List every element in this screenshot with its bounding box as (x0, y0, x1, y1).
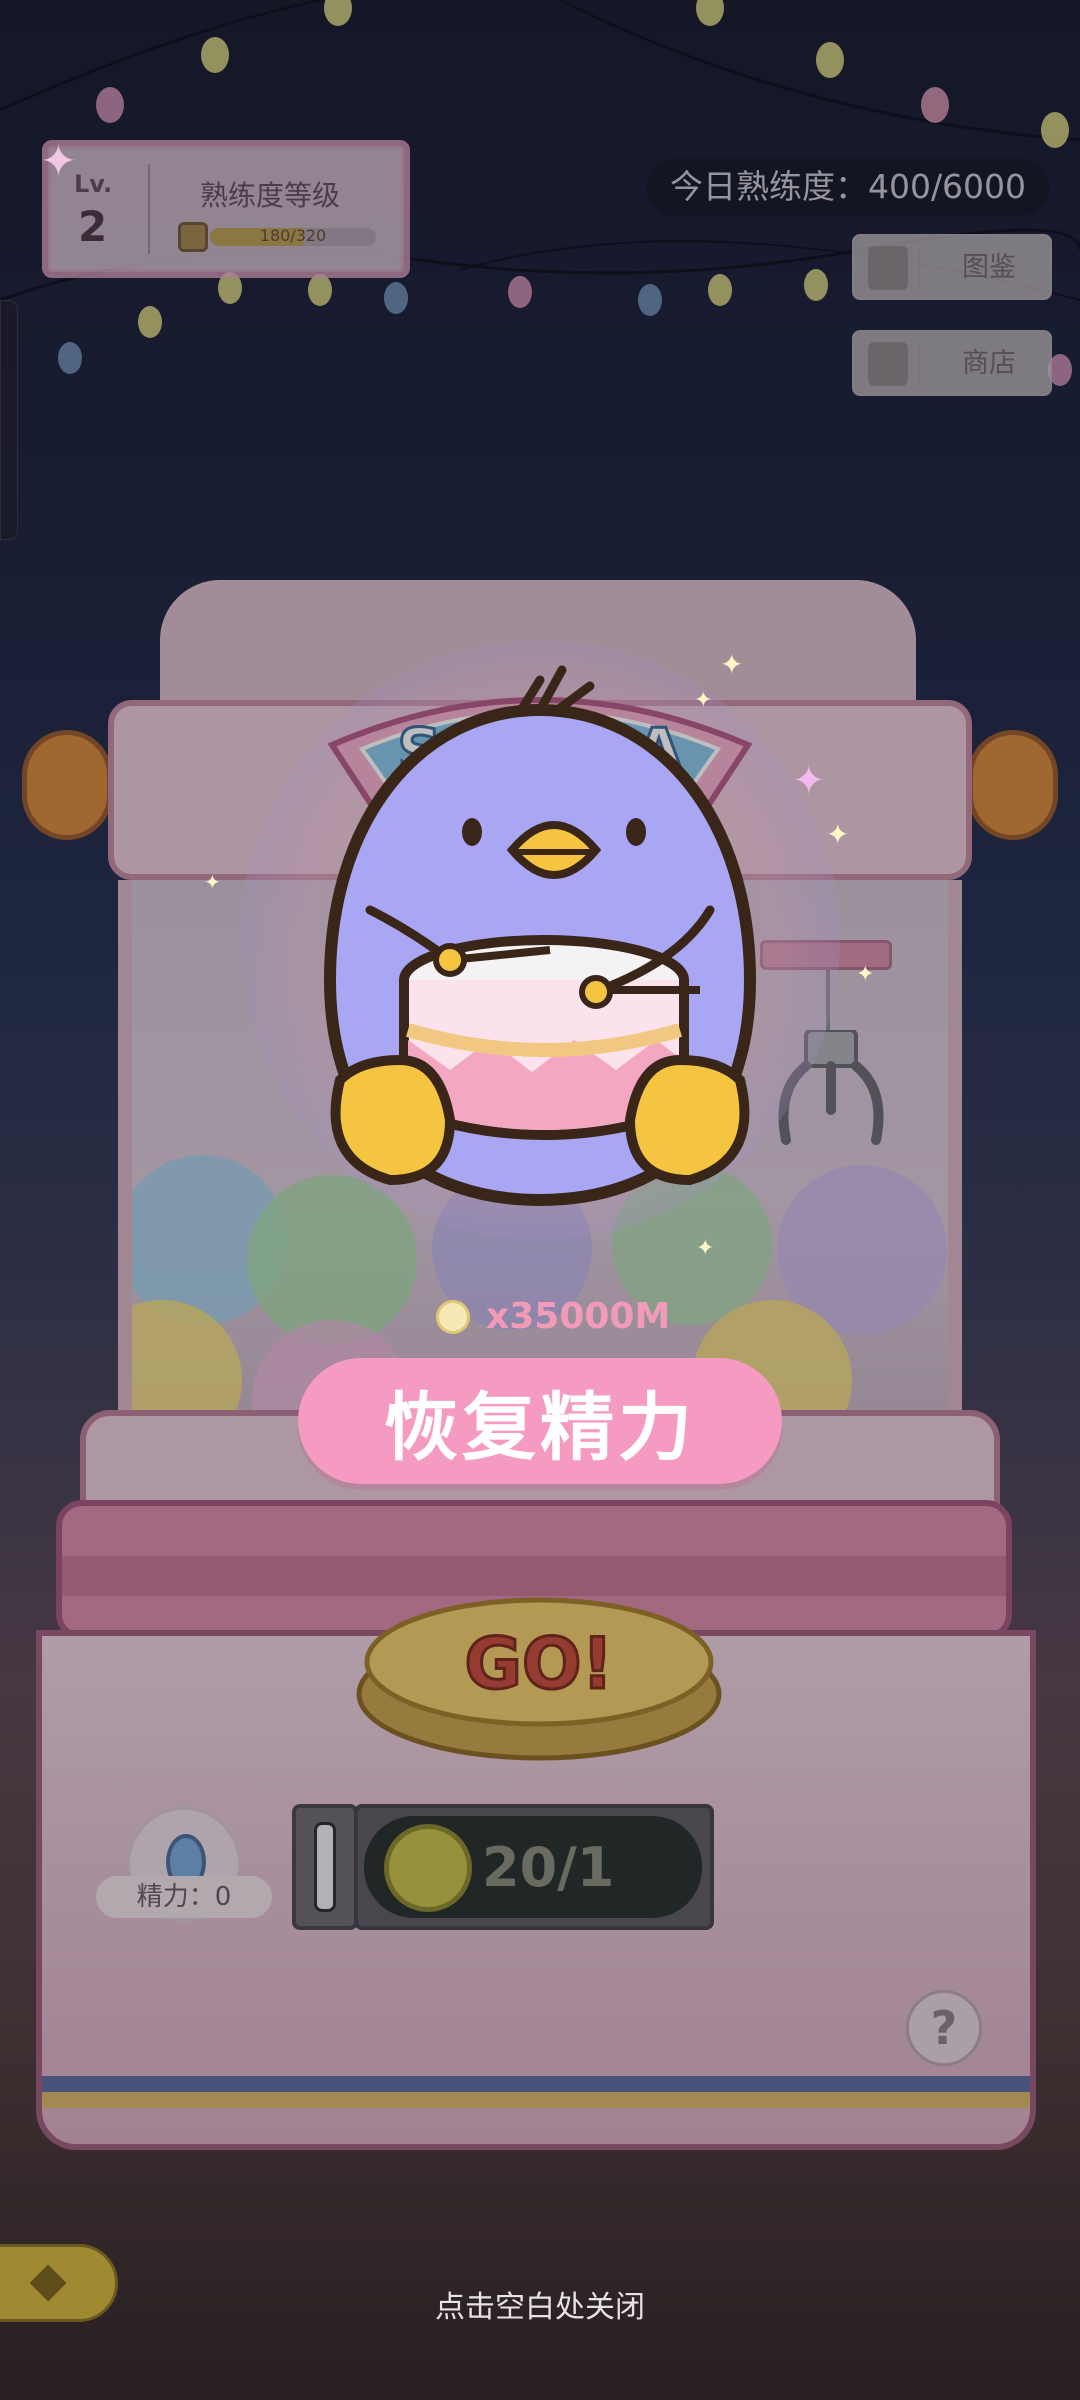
sparkle-icon: ✦ (40, 136, 77, 187)
sparkle-icon: ✦ (792, 758, 826, 804)
coin-icon (436, 1300, 470, 1334)
sparkle-icon: ✦ (826, 818, 850, 851)
penguin-drummer-illustration (323, 665, 757, 1207)
sparkle-icon: ✦ (856, 962, 875, 987)
close-hint: 点击空白处关闭 (435, 2290, 645, 2325)
restore-energy-button[interactable]: 恢复精力 (298, 1358, 782, 1484)
reward-amount: x35000M (486, 1296, 671, 1337)
sparkle-icon: ✦ (204, 870, 221, 894)
sparkle-icon: ✦ (696, 1236, 715, 1261)
